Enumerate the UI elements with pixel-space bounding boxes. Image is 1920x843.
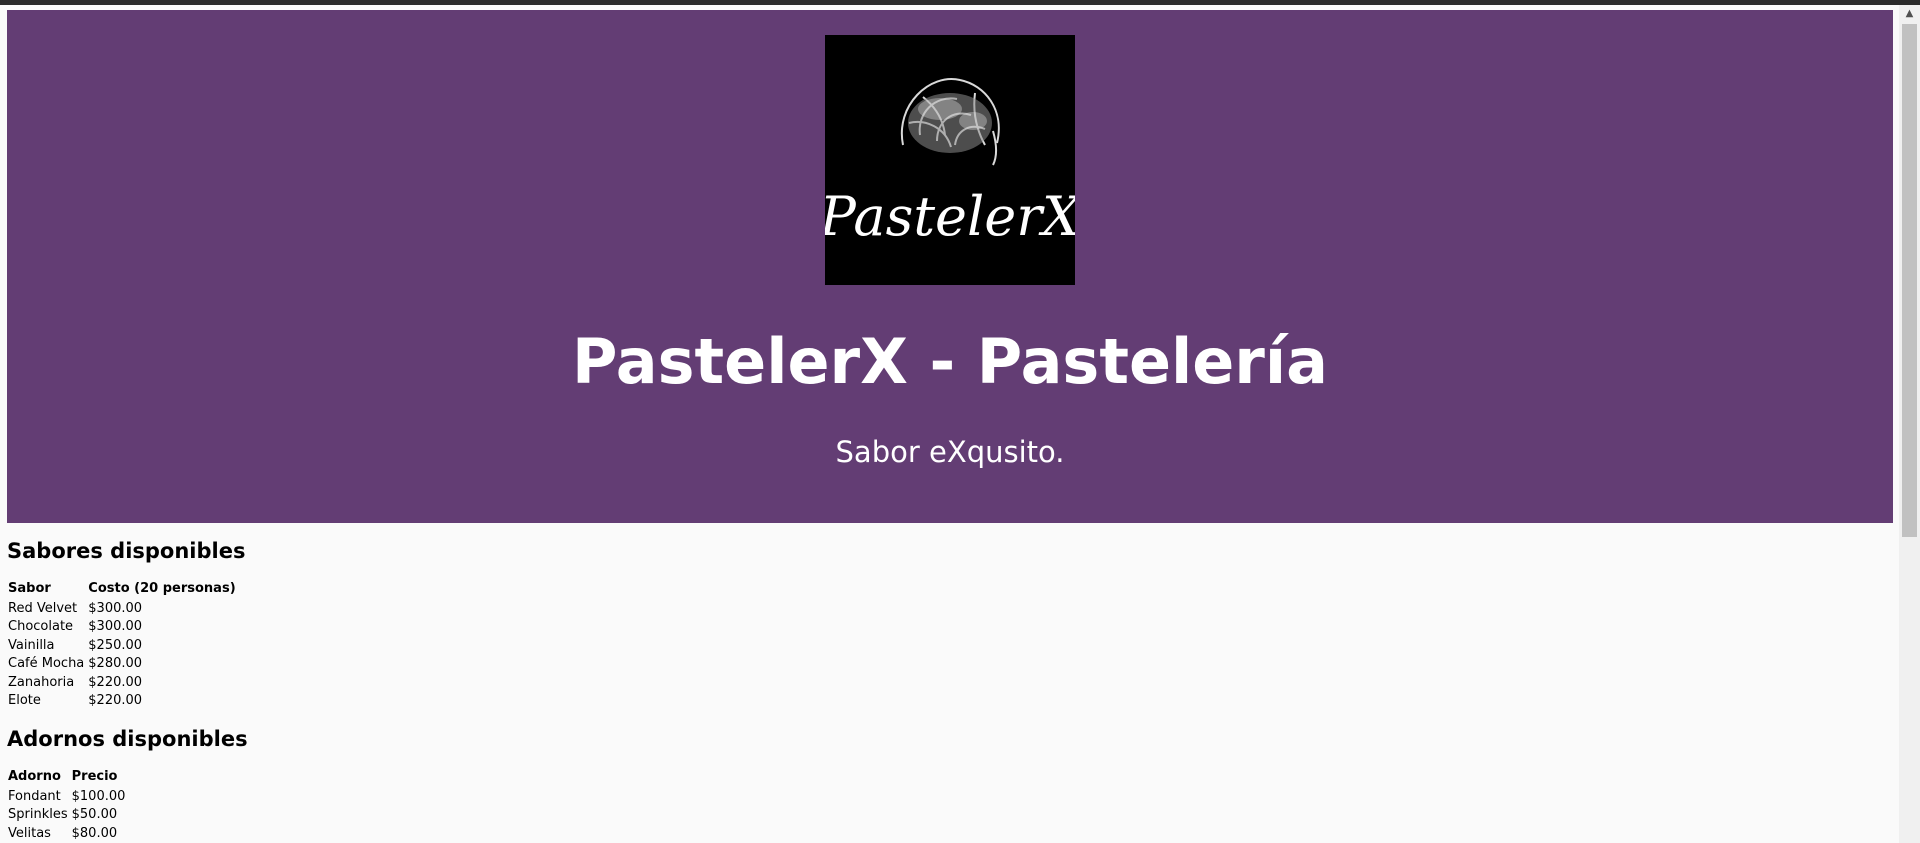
- table-row: Café Mocha $280.00: [7, 655, 239, 674]
- column-header-costo: Costo (20 personas): [88, 581, 236, 596]
- flavor-cost: $220.00: [88, 674, 143, 690]
- decoration-price: $100.00: [71, 788, 126, 804]
- column-header-precio: Precio: [71, 769, 118, 784]
- table-row: Elote $220.00: [7, 692, 239, 711]
- sabores-table: Sabor Costo (20 personas) Red Velvet $30…: [7, 581, 239, 710]
- flavor-cost: $280.00: [88, 656, 143, 672]
- decoration-name: Fondant: [8, 788, 61, 804]
- flavor-cost: $300.00: [88, 619, 143, 635]
- decoration-price: $50.00: [71, 807, 118, 823]
- flavor-name: Red Velvet: [8, 600, 78, 616]
- scroll-up-arrow-icon[interactable]: ▲: [1899, 5, 1920, 22]
- table-header-row: Adorno Precio: [7, 769, 128, 787]
- table-row: Red Velvet $300.00: [7, 599, 239, 618]
- page-subtitle: Sabor eXqusito.: [835, 435, 1065, 469]
- decoration-name: Velitas: [8, 825, 51, 841]
- page-title: PastelerX - Pastelería: [572, 325, 1328, 398]
- table-row: Zanahoria $220.00: [7, 673, 239, 692]
- table-row: Chocolate $300.00: [7, 618, 239, 637]
- column-header-adorno: Adorno: [8, 769, 61, 784]
- column-header-sabor: Sabor: [8, 581, 51, 596]
- vertical-scrollbar[interactable]: ▲: [1899, 5, 1920, 843]
- flavor-cost: $300.00: [88, 600, 143, 616]
- flavor-name: Chocolate: [8, 619, 74, 635]
- table-row: Fondant $100.00: [7, 787, 128, 806]
- flavor-name: Elote: [8, 693, 41, 709]
- table-row: Vainilla $250.00: [7, 636, 239, 655]
- table-row: Sprinkles $50.00: [7, 806, 128, 825]
- flavor-name: Zanahoria: [8, 674, 75, 690]
- decoration-price: $80.00: [71, 825, 118, 841]
- table-row: Velitas $80.00: [7, 824, 128, 843]
- flavor-name: Café Mocha: [8, 656, 85, 672]
- adornos-table: Adorno Precio Fondant $100.00 Sprinkles …: [7, 769, 128, 843]
- hero-banner: PastelerX PastelerX - Pastelería Sabor e…: [7, 10, 1893, 523]
- flavor-cost: $220.00: [88, 693, 143, 709]
- adornos-heading: Adornos disponibles: [7, 727, 248, 751]
- scrollbar-thumb[interactable]: [1902, 24, 1917, 537]
- brand-logo: PastelerX: [825, 35, 1075, 285]
- logo-wordmark: PastelerX: [825, 185, 1075, 248]
- table-header-row: Sabor Costo (20 personas): [7, 581, 239, 599]
- page: PastelerX PastelerX - Pastelería Sabor e…: [0, 5, 1899, 843]
- flavor-name: Vainilla: [8, 637, 55, 653]
- flavor-cost: $250.00: [88, 637, 143, 653]
- sabores-heading: Sabores disponibles: [7, 539, 246, 563]
- croissant-icon: PastelerX: [825, 35, 1075, 285]
- decoration-name: Sprinkles: [8, 807, 68, 823]
